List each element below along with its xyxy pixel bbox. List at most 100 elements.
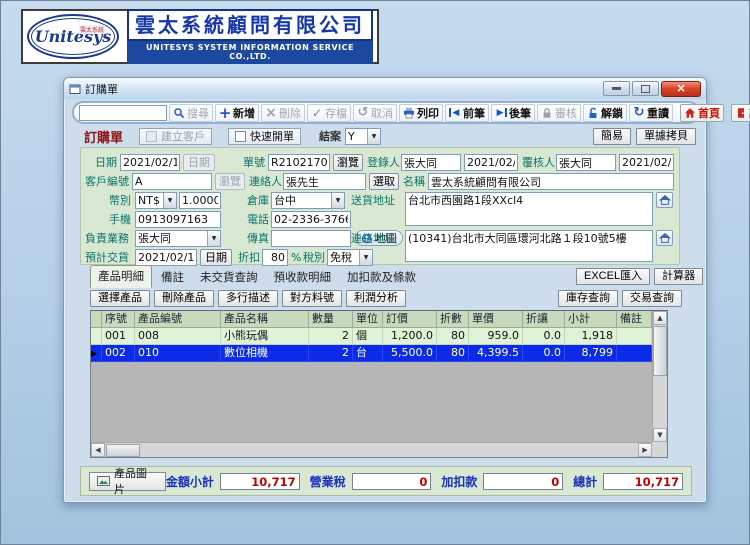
col-list-price[interactable]: 訂價	[383, 311, 437, 328]
select-product-button[interactable]: 選擇產品	[90, 290, 150, 307]
doc-copy-button[interactable]: 單據拷貝	[636, 127, 696, 145]
phone-input[interactable]	[271, 211, 351, 228]
calculator-button[interactable]: 計算器	[654, 268, 704, 285]
close-button[interactable]: ×	[661, 80, 701, 97]
col-product-name[interactable]: 產品名稱	[221, 311, 309, 328]
prev-record-button[interactable]: ◀ 前筆	[445, 103, 489, 122]
stock-query-button[interactable]: 庫存查詢	[558, 290, 618, 307]
partner-partno-button[interactable]: 對方料號	[282, 290, 342, 307]
contact-address-label: 連絡地址	[351, 232, 395, 245]
registrant-date-input[interactable]	[464, 154, 518, 171]
surcharge-value: 0	[483, 472, 564, 490]
customer-name-input[interactable]	[428, 173, 674, 190]
col-unit[interactable]: 單位	[353, 311, 383, 328]
horizontal-scroll-thumb[interactable]	[106, 443, 140, 457]
orderno-browse-button[interactable]: 瀏覽	[333, 154, 363, 171]
vertical-scroll-thumb[interactable]	[653, 326, 667, 376]
audit-button[interactable]: 審核	[537, 103, 581, 122]
col-subtotal[interactable]: 小計	[565, 311, 617, 328]
chevron-down-icon: ▼	[163, 193, 176, 208]
x-icon: ×	[265, 104, 277, 121]
date-input[interactable]	[120, 154, 180, 171]
simple-mode-button[interactable]: 簡易	[593, 127, 631, 145]
reload-button[interactable]: ↻ 重讀	[629, 103, 673, 122]
search-button[interactable]: 搜尋	[169, 103, 213, 122]
scroll-right-icon[interactable]: ▶	[638, 443, 652, 457]
delivery-date-picker-button[interactable]: 日期	[200, 249, 232, 266]
tab-undelivered-query[interactable]: 未交貨查詢	[193, 267, 265, 288]
reviewer-date-input[interactable]	[619, 154, 674, 171]
delete-button[interactable]: × 刪除	[261, 103, 305, 122]
minimize-icon	[612, 87, 621, 90]
tab-advance-receipt[interactable]: 預收款明細	[267, 267, 339, 288]
contact-address-home-button[interactable]	[656, 230, 673, 246]
tab-surcharge-terms[interactable]: 加扣款及條款	[340, 267, 423, 288]
custno-browse-button[interactable]: 瀏覽	[215, 173, 245, 190]
warehouse-select[interactable]: 台中 ▼	[271, 192, 345, 209]
sales-select[interactable]: 張大同 ▼	[135, 230, 221, 247]
exchange-rate-input[interactable]	[179, 192, 221, 209]
tab-notes[interactable]: 備註	[154, 267, 191, 288]
new-button[interactable]: + 新增	[215, 103, 259, 122]
search-input[interactable]	[79, 104, 167, 121]
delivery-label: 預計交貨	[85, 251, 129, 264]
ship-address-input[interactable]: 台北市西園路1段XXcl4	[405, 192, 653, 226]
table-row[interactable]: 001 008 小熊玩偶 2 個 1,200.0 80 959.0 0.0 1,…	[91, 328, 667, 345]
delivery-date-input[interactable]	[135, 249, 197, 266]
horizontal-scrollbar[interactable]: ◀ ▶	[91, 442, 652, 457]
contact-select-button[interactable]: 選取	[369, 173, 399, 190]
next-record-button[interactable]: ▶ 後筆	[491, 103, 535, 122]
excel-import-button[interactable]: EXCEL匯入	[576, 268, 651, 285]
tab-product-detail[interactable]: 產品明細	[90, 265, 152, 288]
create-customer-checkbox[interactable]: 建立客戶	[139, 127, 213, 145]
closed-select[interactable]: Y ▼	[345, 127, 382, 145]
minimize-button[interactable]	[603, 81, 630, 96]
quick-order-checkbox[interactable]: 快速開單	[228, 127, 302, 145]
grid-header-row: 序號 產品編號 產品名稱 數量 單位 訂價 折數 單價 折讓 小計 備註	[91, 311, 667, 328]
mobile-input[interactable]	[135, 211, 221, 228]
product-picture-button[interactable]: 產品圖片	[89, 467, 166, 496]
reviewer-input[interactable]	[556, 154, 616, 171]
home-button[interactable]: 首頁	[680, 103, 724, 122]
custno-input[interactable]	[132, 173, 212, 190]
delete-product-button[interactable]: 刪除產品	[154, 290, 214, 307]
scrollbar-corner	[652, 442, 667, 457]
chevron-down-icon: ▼	[359, 250, 372, 265]
currency-select[interactable]: NT$ ▼	[135, 192, 177, 209]
col-unit-price[interactable]: 單價	[469, 311, 523, 328]
scroll-down-icon[interactable]: ▼	[653, 428, 667, 442]
table-row-selected[interactable]: ▶ 002 010 數位相機 2 台 5,500.0 80 4,399.5 0.…	[91, 345, 667, 362]
cancel-button[interactable]: ↺ 取消	[353, 103, 397, 122]
company-subtitle: UNITESYS SYSTEM INFORMATION SERVICE CO.,…	[127, 41, 373, 64]
print-button[interactable]: 列印	[399, 103, 443, 122]
save-button[interactable]: ✓ 存檔	[307, 103, 351, 122]
window-titlebar[interactable]: 訂購單 ×	[64, 78, 706, 99]
date-picker-button[interactable]: 日期	[183, 154, 215, 171]
trade-query-button[interactable]: 交易查詢	[622, 290, 682, 307]
orderno-input[interactable]	[268, 154, 330, 171]
discount-input[interactable]	[262, 249, 288, 266]
unlock-button[interactable]: 解鎖	[583, 103, 627, 122]
ship-address-home-button[interactable]	[656, 192, 673, 208]
vertical-scrollbar[interactable]: ▲ ▼	[652, 311, 667, 442]
window-title: 訂購單	[85, 82, 118, 96]
screen: Unitesys 雲太系統 雲太系統顧問有限公司 UNITESYS SYSTEM…	[0, 0, 750, 545]
col-remark[interactable]: 備註	[617, 311, 652, 328]
col-discount[interactable]: 折數	[437, 311, 469, 328]
maximize-button[interactable]	[632, 81, 659, 96]
scroll-up-icon[interactable]: ▲	[653, 311, 667, 325]
registrant-input[interactable]	[401, 154, 461, 171]
contact-address-input[interactable]: (10341)台北市大同區環河北路１段10號5樓	[405, 230, 653, 262]
fax-input[interactable]	[271, 230, 351, 247]
exit-button[interactable]: 離開	[731, 103, 750, 122]
orderno-label: 單號	[243, 156, 265, 169]
multiline-desc-button[interactable]: 多行描述	[218, 290, 278, 307]
col-seq[interactable]: 序號	[102, 311, 135, 328]
col-product-no[interactable]: 產品編號	[135, 311, 221, 328]
scroll-left-icon[interactable]: ◀	[91, 443, 105, 457]
profit-analysis-button[interactable]: 利潤分析	[346, 290, 406, 307]
contact-input[interactable]	[283, 173, 366, 190]
tax-type-select[interactable]: 免稅 ▼	[327, 249, 373, 266]
col-allowance[interactable]: 折讓	[523, 311, 565, 328]
col-qty[interactable]: 數量	[309, 311, 353, 328]
